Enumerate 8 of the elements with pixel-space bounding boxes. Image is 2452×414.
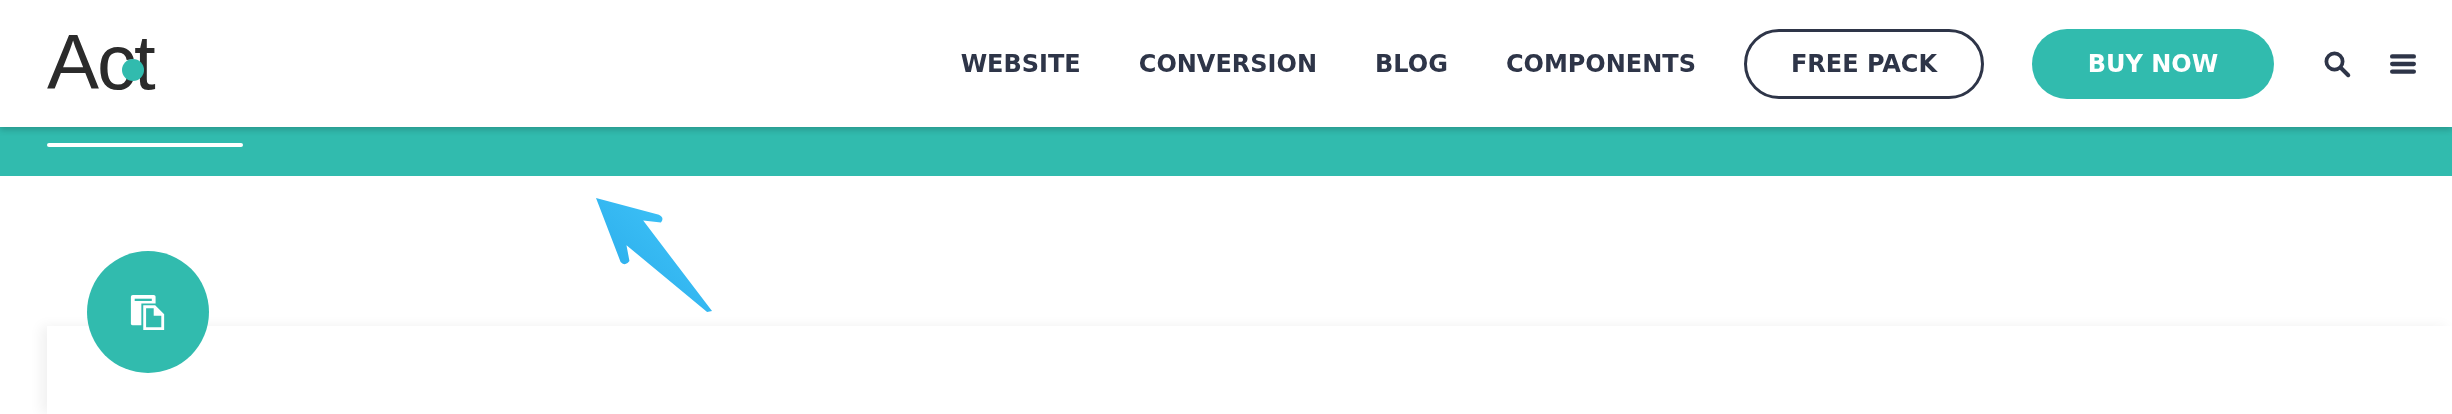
- nav-link[interactable]: COMPONENTS: [1505, 49, 1696, 78]
- documents-icon: [129, 293, 167, 331]
- nav-link[interactable]: CONVERSION: [1138, 49, 1318, 78]
- free-pack-button[interactable]: FREE PACK: [1744, 28, 1984, 99]
- menu-icon[interactable]: [2390, 52, 2416, 75]
- nav-link[interactable]: BLOG: [1375, 49, 1448, 78]
- logo[interactable]: Act: [47, 22, 154, 101]
- nav-link[interactable]: WEBSITE: [960, 49, 1081, 78]
